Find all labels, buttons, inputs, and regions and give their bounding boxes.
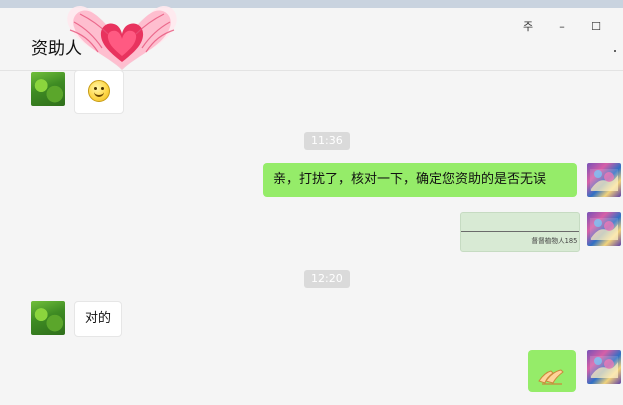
minimize-button[interactable]: – (545, 16, 579, 36)
emoji-message-bubble (74, 70, 124, 114)
window-controls: 주 – ☐ (511, 16, 613, 36)
user-avatar[interactable] (587, 212, 621, 246)
contact-avatar[interactable] (31, 72, 65, 106)
timestamp: 11:36 (304, 132, 350, 150)
contact-avatar[interactable] (31, 301, 65, 335)
image-message[interactable]: 督督植物人185 (460, 212, 580, 252)
received-message-bubble: 对的 (74, 301, 123, 337)
sent-message-bubble: 亲，打扰了，核对一下，确定您资助的是否无误 (263, 163, 577, 197)
chat-window: 资助人 주 – ☐ 11:36 亲，打扰了，核对一下，确定您资助的是否无误 督督… (0, 0, 623, 405)
avatar-art-icon (590, 169, 618, 191)
avatar-art-icon (590, 356, 618, 378)
user-avatar[interactable] (587, 350, 621, 384)
pin-button[interactable]: 주 (511, 16, 545, 36)
maximize-button[interactable]: ☐ (579, 16, 613, 36)
timestamp: 12:20 (304, 270, 350, 288)
smiley-face-icon (88, 80, 110, 102)
emoji-message-bubble (528, 350, 576, 392)
user-avatar[interactable] (587, 163, 621, 197)
avatar-art-icon (590, 218, 618, 240)
more-options-icon[interactable] (614, 50, 616, 52)
hands-together-icon (538, 369, 564, 385)
heart-wings-icon (67, 5, 177, 70)
image-caption: 督督植物人185 (531, 237, 577, 246)
